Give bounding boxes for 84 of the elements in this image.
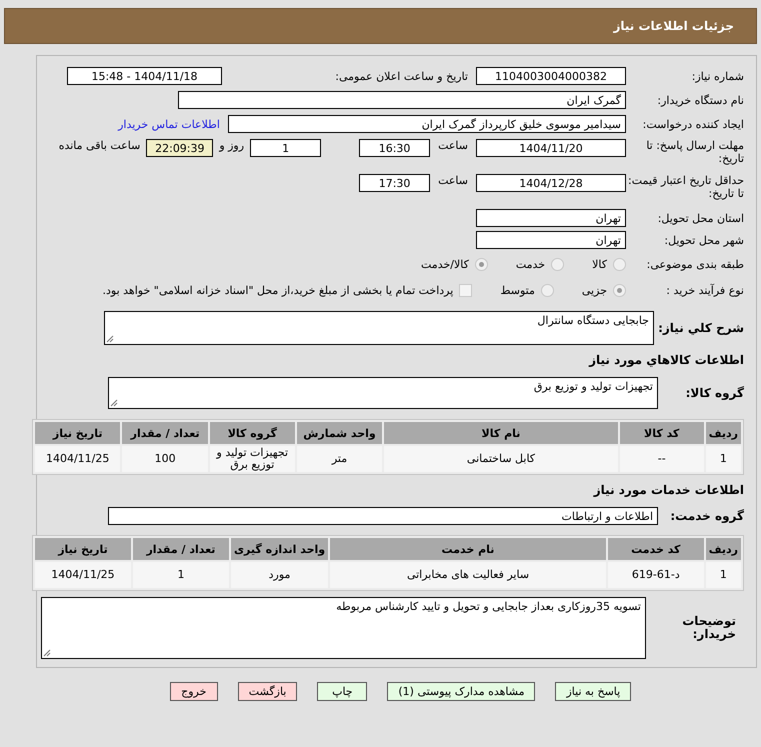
city-field: تهران: [476, 231, 626, 249]
checkbox-label: پرداخت تمام یا بخشی از مبلغ خرید،از محل "اسناد خزانه اسلامی" خواهد بود.: [102, 284, 454, 296]
column-header: تعداد / مقدار: [132, 538, 229, 560]
table-cell: --: [620, 446, 704, 472]
table-cell: 1404/11/25: [35, 562, 131, 588]
resize-grip-icon[interactable]: [106, 335, 114, 343]
column-header: کد خدمت: [608, 538, 704, 560]
action-button[interactable]: خروج: [170, 682, 218, 701]
time-label: ساعت: [438, 139, 468, 152]
deadline-date-field: 1404/11/20: [476, 139, 626, 157]
table-cell: 100: [122, 446, 208, 472]
action-button[interactable]: مشاهده مدارک پیوستی (1): [387, 682, 536, 701]
table-cell: 1: [132, 562, 229, 588]
buyer-notes-field: تسویه 35روزکاری بعداز جابجایی و تحویل و تایید کارشناس مربوطه: [41, 597, 646, 659]
radio-button[interactable]: [551, 258, 564, 270]
table-cell: 1: [706, 562, 741, 588]
field-label: تاریخ و ساعت اعلان عمومی:: [334, 70, 469, 82]
field-label: ایجاد کننده درخواست:: [642, 118, 744, 130]
table-cell: 1: [706, 446, 741, 472]
option-label: متوسط: [500, 284, 535, 296]
resize-grip-icon[interactable]: [110, 399, 118, 407]
action-button[interactable]: بازگشت: [238, 682, 298, 701]
table-cell: سایر فعالیت های مخابراتی: [330, 562, 606, 588]
column-header: گروه کالا: [210, 422, 295, 444]
requester-field: سیدامیر موسوی خلیق کارپرداز گمرک ایران: [228, 115, 626, 133]
field-label: مهلت ارسال پاسخ: تا تاریخ:: [645, 139, 744, 165]
column-header: تاریخ نیاز: [35, 422, 120, 444]
validity-time-field: 17:30: [359, 174, 430, 192]
buyer-contact-link[interactable]: اطلاعات تماس خریدار: [118, 118, 220, 130]
field-label: استان محل تحویل:: [656, 212, 744, 224]
radio-button[interactable]: [474, 258, 488, 270]
description-field: جابجایی دستگاه سانترال: [104, 311, 654, 345]
field-label: شهر محل تحویل:: [663, 234, 744, 246]
time-label: ساعت: [438, 174, 468, 187]
province-field: تهران: [476, 209, 626, 227]
remaining-label: ساعت باقی مانده: [58, 139, 140, 152]
checkbox[interactable]: [459, 284, 472, 296]
radio-button[interactable]: [613, 284, 626, 296]
radio-button[interactable]: [613, 258, 626, 270]
column-header: تاریخ نیاز: [35, 538, 131, 560]
field-label: حداقل تاریخ اعتبار قیمت: تا تاریخ:: [627, 174, 744, 200]
field-label: نام دستگاه خریدار:: [656, 94, 744, 106]
table-cell: مورد: [230, 562, 328, 588]
page-header: جزئیات اطلاعات نیاز: [4, 8, 757, 44]
column-header: نام خدمت: [330, 538, 606, 560]
buyer-org-field: گمرک ایران: [178, 91, 626, 109]
table-cell: متر: [296, 446, 382, 472]
need-number-field: 1104003004000382: [476, 67, 626, 85]
announce-date-field: 1404/11/18 - 15:48: [67, 67, 222, 85]
table-cell: کابل ساختمانی: [384, 446, 618, 472]
column-header: ردیف: [706, 538, 741, 560]
field-label: گروه کالا:: [684, 386, 744, 400]
field-label: شماره نیاز:: [690, 70, 744, 82]
option-label: كالا: [592, 258, 607, 270]
field-label: شرح کلي نياز:: [657, 322, 744, 334]
section-heading: اطلاعات کالاهاي مورد نياز: [588, 352, 744, 369]
days-field: 1: [250, 139, 322, 157]
field-label: طبقه بندی موضوعی:: [646, 258, 744, 270]
option-label: كالا/خدمت: [421, 258, 469, 270]
action-button[interactable]: پاسخ به نیاز: [555, 682, 632, 701]
column-header: تعداد / مقدار: [122, 422, 208, 444]
days-label: روز و: [219, 139, 244, 152]
column-header: واحد شمارش: [296, 422, 382, 444]
field-label: گروه خدمت:: [669, 510, 744, 522]
field-label: توضیحات خریدار:: [681, 615, 737, 641]
deadline-time-field: 16:30: [359, 139, 430, 157]
column-header: کد کالا: [620, 422, 704, 444]
validity-date-field: 1404/12/28: [476, 174, 626, 192]
column-header: نام کالا: [384, 422, 618, 444]
table-cell: د-61-619: [608, 562, 704, 588]
table-cell: تجهیزات تولید و توزیع برق: [210, 446, 295, 472]
remaining-time-field: 22:09:39: [146, 139, 214, 157]
option-label: جزیی: [582, 284, 607, 296]
action-button[interactable]: چاپ: [317, 682, 368, 701]
goods-group-field: تجهیزات تولید و توزیع برق: [108, 377, 658, 409]
column-header: ردیف: [706, 422, 741, 444]
section-heading: اطلاعات خدمات مورد نياز: [592, 482, 744, 499]
column-header: واحد اندازه گیری: [230, 538, 328, 560]
resize-grip-icon[interactable]: [43, 649, 51, 657]
field-label: نوع فرآیند خرید :: [665, 284, 744, 296]
radio-button[interactable]: [540, 284, 554, 296]
table-cell: 1404/11/25: [35, 446, 120, 472]
option-label: خدمت: [516, 258, 546, 270]
service-group-field: اطلاعات و ارتباطات: [108, 507, 658, 525]
